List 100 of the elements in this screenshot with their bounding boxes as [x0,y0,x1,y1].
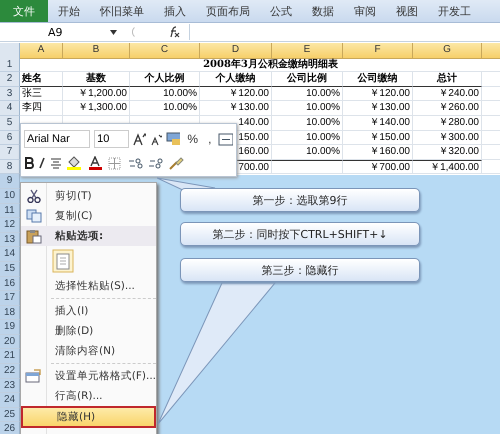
comma-button[interactable]: , [205,132,214,146]
column-header[interactable]: A [20,43,63,59]
menu-section-label: 粘贴选项: [54,229,104,243]
row-header[interactable]: 2 [0,72,20,87]
name-box[interactable]: A9 [0,26,110,38]
scissors-icon [26,189,40,203]
ribbon-tab[interactable]: 插入 [154,0,196,22]
row-header[interactable]: 8 [0,160,20,174]
ribbon-tab[interactable]: 公式 [260,0,302,22]
ribbon-tab[interactable]: 文件 [0,0,48,22]
ribbon-tab[interactable]: 怀旧菜单 [90,0,154,22]
ribbon-tab[interactable]: 开始 [48,0,90,22]
table-cell: 10.00% [272,86,343,102]
callout-box: 第一步：选取第9行 [180,188,420,212]
italic-icon[interactable] [38,157,46,169]
table-cell: 10.00% [130,101,200,116]
cancel-icon [131,27,135,37]
row-header[interactable]: 9 [0,174,20,189]
row-header[interactable]: 1 [0,58,20,72]
column-header[interactable]: E [272,43,343,59]
paste-option-icon[interactable] [52,249,74,273]
menu-item[interactable]: 设置单元格格式(F)... [21,366,156,386]
row-header[interactable]: 17 [0,291,20,306]
ribbon-tab[interactable]: 开发工 [428,0,481,22]
table-cell: 李四 [20,101,63,116]
cell-styles-icon[interactable] [166,132,180,146]
font-color-icon[interactable] [88,156,104,170]
callout-box: 第三步：隐藏行 [180,258,420,282]
row-header[interactable]: 12 [0,218,20,233]
font-name-dropdown[interactable]: Arial Nar [24,130,90,148]
row-header[interactable]: 21 [0,349,20,364]
column-heading: 公司缴纳 [343,72,413,87]
format-painter-icon[interactable] [168,156,184,170]
format-cells-icon [25,369,42,383]
menu-item[interactable]: 清除内容(N) [21,341,156,361]
table-cell: 10.00% [272,101,343,116]
row-header[interactable]: 25 [0,408,20,422]
row-header[interactable]: 15 [0,262,20,276]
table-cell: ￥240.00 [413,86,482,102]
percent-button[interactable]: % [184,132,202,146]
clipboard-icon [26,228,42,244]
menu-item[interactable]: 选择性粘贴(S)... [21,276,156,296]
row-header[interactable]: 5 [0,116,20,131]
table-cell: 张三 [20,86,63,102]
column-heading: 基数 [63,72,130,87]
menu-item[interactable]: 行高(R)... [21,386,156,406]
table-cell: 10.00% [272,130,343,146]
menu-item[interactable]: 插入(I) [21,301,156,321]
row-header[interactable]: 14 [0,247,20,262]
row-header[interactable]: 26 [0,422,20,434]
menu-item[interactable]: 复制(C) [21,206,156,226]
row-header[interactable]: 3 [0,86,20,102]
row-header[interactable]: 22 [0,364,20,379]
menu-item[interactable]: 剪切(T) [21,186,156,206]
table-cell: ￥700.00 [343,160,413,174]
row-header[interactable]: 13 [0,232,20,248]
row-header[interactable]: 24 [0,393,20,408]
decrease-decimal-icon[interactable] [148,156,164,170]
column-heading: 总计 [413,72,482,87]
center-align-icon[interactable] [50,157,62,169]
ribbon-tab[interactable]: 页面布局 [196,0,260,22]
column-heading: 个人缴纳 [200,72,272,87]
row-header[interactable]: 4 [0,101,20,116]
row-header[interactable]: 23 [0,378,20,394]
column-header[interactable]: B [63,43,130,59]
table-cell: ￥120.00 [200,86,272,102]
fill-color-icon[interactable] [66,156,84,170]
ribbon-tab[interactable]: 数据 [302,0,344,22]
shrink-font-icon[interactable] [150,132,162,146]
row-header[interactable]: 16 [0,276,20,292]
table-cell: ￥1,300.00 [63,101,130,116]
column-header[interactable]: G [413,43,482,59]
row-header[interactable]: 20 [0,334,20,350]
row-header[interactable]: 10 [0,188,20,204]
row-header[interactable]: 6 [0,130,20,146]
row-header[interactable]: 19 [0,320,20,335]
table-cell: 10.00% [272,116,343,131]
copy-icon [26,209,42,223]
column-header[interactable]: D [200,43,272,59]
grow-font-icon[interactable] [133,132,146,146]
column-header[interactable]: F [343,43,413,59]
column-heading: 姓名 [20,72,63,87]
row-header[interactable]: 18 [0,306,20,320]
menu-item[interactable]: 隐藏(H) [21,406,156,428]
table-cell: ￥140.00 [343,116,413,131]
table-cell: ￥280.00 [413,116,482,131]
table-cell: ￥160.00 [343,145,413,160]
bold-icon[interactable] [24,157,34,169]
row-header[interactable]: 7 [0,145,20,160]
table-cell: ￥130.00 [200,101,272,116]
font-size-dropdown[interactable]: 10 [94,130,130,148]
table-cell: ￥260.00 [413,101,482,116]
row-header[interactable]: 11 [0,204,20,218]
increase-decimal-icon[interactable] [128,156,144,170]
menu-item[interactable]: 删除(D) [21,321,156,341]
column-header[interactable]: C [130,43,200,59]
ribbon-tab[interactable]: 视图 [386,0,428,22]
merge-cells-icon[interactable] [218,132,234,146]
ribbon-tab[interactable]: 审阅 [344,0,386,22]
dropdown-arrow-icon[interactable] [110,30,117,34]
